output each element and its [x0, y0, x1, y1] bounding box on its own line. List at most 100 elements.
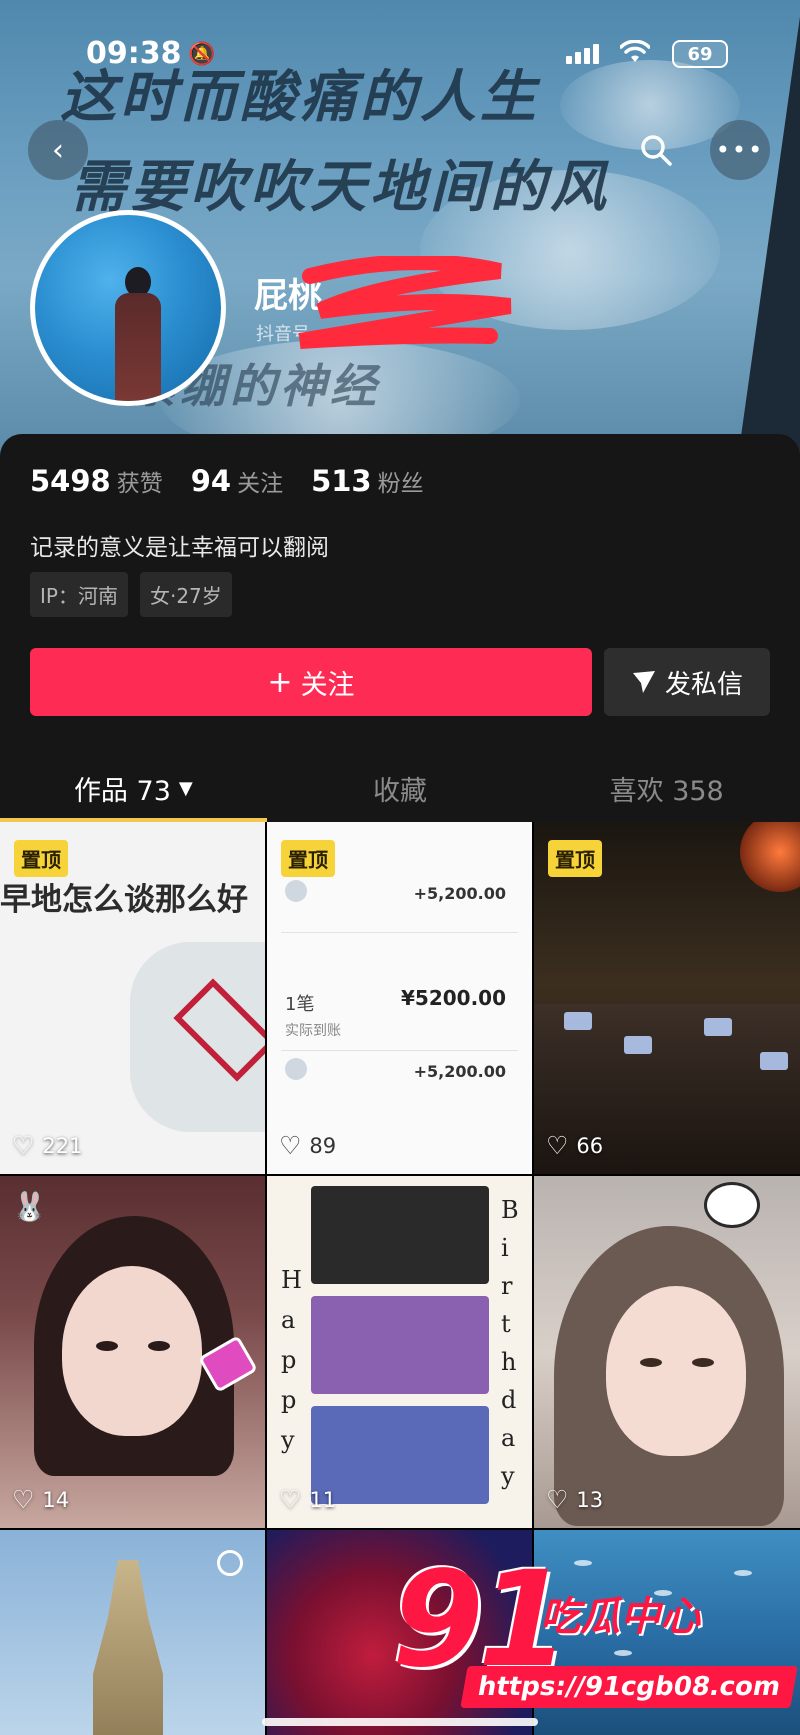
divider — [281, 1050, 518, 1051]
send-message-label: 发私信 — [664, 669, 743, 700]
avatar[interactable] — [30, 210, 226, 406]
video-thumbnail[interactable]: 🐰 ♡ 14 — [0, 1176, 265, 1528]
phone-light — [704, 1018, 732, 1036]
follow-button[interactable]: + 关注 — [30, 648, 592, 716]
chat-panel — [311, 1406, 489, 1504]
content-tabs: 作品 73 ▼ 收藏 喜欢 358 — [0, 754, 800, 822]
like-count: ♡ 89 — [279, 1131, 336, 1160]
tab-favorites-label: 收藏 — [373, 775, 427, 807]
like-count-value: 11 — [309, 1487, 337, 1512]
like-count: ♡ 13 — [546, 1485, 603, 1514]
birthday-letter: y — [281, 1426, 295, 1454]
birthday-letter: t — [501, 1310, 511, 1338]
birthday-letter: i — [501, 1234, 509, 1262]
thumbnail-caption: 早地怎么谈那么好 — [0, 882, 248, 918]
chevron-left-icon: ‹ — [52, 132, 64, 168]
home-indicator[interactable] — [262, 1718, 538, 1726]
redaction-scribble — [298, 256, 512, 349]
chat-panel — [311, 1186, 489, 1284]
tab-liked[interactable]: 喜欢 358 — [533, 754, 800, 822]
heart-icon: ♡ — [546, 1131, 569, 1160]
stage-light — [740, 822, 800, 892]
tower-building — [93, 1560, 163, 1735]
like-count: ♡ 66 — [546, 1131, 603, 1160]
heart-icon: ♡ — [279, 1485, 302, 1514]
transfer-total: ¥5200.00 — [400, 986, 506, 1010]
tab-works[interactable]: 作品 73 ▼ — [0, 754, 267, 822]
like-count: ♡ 11 — [279, 1485, 336, 1514]
stat-following-label: 关注 — [237, 471, 284, 497]
birthday-letter: p — [281, 1346, 297, 1374]
profile-stats: 5498 获赞 94 关注 513 粉丝 — [30, 464, 424, 498]
like-count-value: 14 — [42, 1487, 70, 1512]
birthday-letter: a — [501, 1424, 516, 1452]
video-thumbnail[interactable]: ♡ 13 — [534, 1176, 800, 1528]
like-count-value: 66 — [576, 1133, 604, 1158]
pinned-badge: 置顶 — [548, 840, 602, 877]
portrait-face — [606, 1286, 746, 1456]
status-bar: 09:38 🔕 69 — [0, 36, 800, 76]
more-options-button[interactable]: ••• — [710, 120, 770, 180]
plus-icon: + — [267, 664, 293, 700]
portrait-eye — [692, 1358, 714, 1367]
birthday-letter: d — [501, 1386, 517, 1414]
phone-light — [564, 1012, 592, 1030]
stat-likes[interactable]: 5498 获赞 — [30, 464, 163, 498]
follow-button-label: 关注 — [300, 669, 355, 701]
birthday-letter: r — [501, 1272, 513, 1300]
stat-followers-label: 粉丝 — [377, 471, 424, 497]
tab-favorites[interactable]: 收藏 — [267, 754, 534, 822]
birthday-letter: y — [501, 1462, 515, 1490]
banner-handwriting-2: 需要吹吹天地间的风 — [70, 154, 610, 220]
like-count: ♡ 14 — [12, 1485, 69, 1514]
more-horizontal-icon: ••• — [715, 136, 765, 164]
tab-works-label: 作品 73 — [73, 775, 171, 807]
video-thumbnail[interactable]: 置顶 ♡ 66 — [534, 822, 800, 1174]
portrait-eye — [148, 1341, 170, 1351]
birthday-letter: a — [281, 1306, 296, 1334]
stat-followers-value: 513 — [311, 464, 372, 498]
heart-icon: ♡ — [12, 1131, 35, 1160]
stat-following-value: 94 — [190, 464, 232, 498]
watermark-url: https://91cgb08.com — [460, 1666, 798, 1708]
avatar-figure-body — [115, 293, 161, 401]
transfer-note: 实际到账 — [285, 1023, 341, 1039]
transfer-amount: +5,200.00 — [413, 884, 506, 903]
birthday-letter: H — [281, 1266, 302, 1294]
search-button[interactable] — [626, 120, 686, 180]
heart-icon: ♡ — [12, 1485, 35, 1514]
search-icon — [641, 135, 672, 166]
site-watermark: 91 吃瓜中心 https://91cgb08.com — [392, 1543, 798, 1735]
video-thumbnail[interactable]: 早地怎么谈那么好 置顶 ♡ 221 — [0, 822, 265, 1174]
video-thumbnail[interactable]: H a p p y B i r t h d a y ♡ 11 — [267, 1176, 532, 1528]
stat-likes-label: 获赞 — [116, 471, 163, 497]
gender-age-tag: 女·27岁 — [139, 572, 232, 617]
send-icon — [632, 671, 655, 693]
like-count-value: 13 — [576, 1487, 604, 1512]
pinned-badge: 置顶 — [281, 840, 335, 877]
watermark-brand: 吃瓜中心 — [540, 1594, 700, 1640]
transfer-avatar — [285, 1058, 307, 1080]
status-time: 09:38 — [86, 36, 182, 71]
phone-light — [760, 1052, 788, 1070]
pinned-badge: 置顶 — [14, 840, 68, 877]
video-thumbnail[interactable] — [0, 1530, 265, 1735]
birthday-letter: p — [281, 1386, 297, 1414]
bunny-sticker-icon: 🐰 — [12, 1190, 47, 1223]
transfer-count: 1笔 — [285, 994, 315, 1015]
cellular-signal-icon — [566, 44, 599, 64]
caret-down-icon: ▼ — [178, 777, 193, 799]
profile-banner: 这时而酸痛的人生 需要吹吹天地间的风 紧绷的神经 09:38 🔕 69 ‹ ••… — [0, 0, 800, 460]
profile-bio: 记录的意义是让幸福可以翻阅 — [30, 535, 329, 561]
stat-following[interactable]: 94 关注 — [191, 464, 283, 498]
birthday-letter: B — [501, 1196, 519, 1224]
video-thumbnail[interactable]: +5,200.00 1笔 ¥5200.00 实际到账 +5,200.00 置顶 … — [267, 822, 532, 1174]
phone-light — [624, 1036, 652, 1054]
heart-icon: ♡ — [279, 1131, 302, 1160]
like-count: ♡ 221 — [12, 1131, 83, 1160]
transfer-avatar — [285, 880, 307, 902]
portrait-face — [62, 1266, 202, 1436]
back-button[interactable]: ‹ — [28, 120, 88, 180]
stat-followers[interactable]: 513 粉丝 — [311, 464, 424, 498]
send-message-button[interactable]: 发私信 — [604, 648, 770, 716]
